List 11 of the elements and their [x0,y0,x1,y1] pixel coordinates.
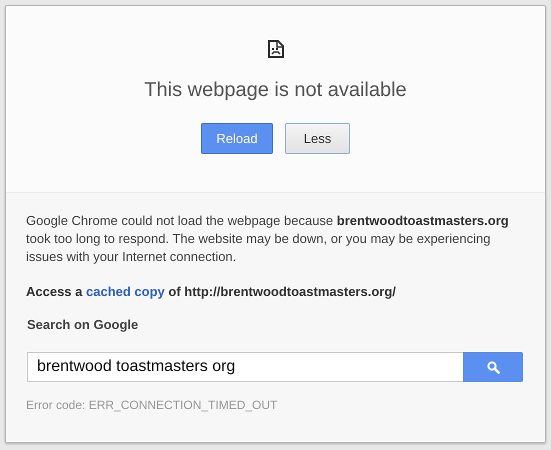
error-code: Error code: ERR_CONNECTION_TIMED_OUT [26,398,278,412]
search-field[interactable]: brentwood toastmasters org [27,352,463,382]
search-button[interactable] [463,352,523,382]
cached-copy-text: Access a cached copy of http://brentwoodtoastmasters.org/ [26,284,397,299]
cached-copy-link[interactable]: cached copy [86,284,165,299]
error-message: Google Chrome could not load the webpage because brentwoodtoastmasters.org took too long to respond. The website may be down, or you may be experiencing issues with your Internet connection. [26,212,510,266]
sad-page-icon [268,40,284,58]
search-icon [486,360,500,374]
less-button[interactable]: Less [285,123,350,154]
search-heading: Search on Google [26,317,140,332]
error-title: This webpage is not available [144,78,407,102]
